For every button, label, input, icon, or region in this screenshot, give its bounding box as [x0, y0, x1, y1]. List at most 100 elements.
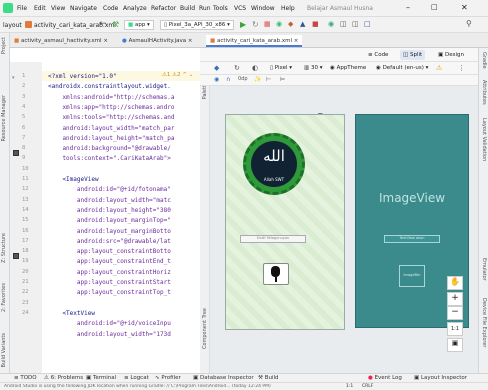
- menu-file[interactable]: File: [17, 5, 27, 12]
- close-button[interactable]: ✕: [461, 3, 468, 12]
- menu-analyze[interactable]: Analyze: [123, 5, 147, 12]
- line-separator[interactable]: CRLF: [362, 384, 373, 389]
- project-title: Belajar Asmaul Husna: [307, 5, 373, 12]
- profiler-tool-tab[interactable]: ∿ Profiler: [155, 375, 181, 381]
- apply-changes-icon[interactable]: ▦: [264, 20, 271, 28]
- pan-icon[interactable]: ✋: [447, 276, 463, 290]
- orientation-icon[interactable]: ↻: [234, 64, 240, 72]
- logcat-tool-tab[interactable]: ≡ Logcat: [124, 375, 149, 381]
- favorites-tool-tab[interactable]: 2: Favorites: [1, 283, 7, 312]
- line-number: 5: [22, 114, 26, 121]
- view-mode-code[interactable]: ≡ Code: [368, 52, 388, 58]
- avd-manager-icon[interactable]: ◫: [340, 20, 347, 28]
- layout-inspector-icon[interactable]: □: [364, 20, 371, 28]
- line-number: 4: [22, 103, 26, 110]
- profile-icon[interactable]: ◆: [288, 20, 293, 28]
- line-number: 14: [22, 206, 29, 213]
- event-log-tool-tab[interactable]: ● Event Log: [368, 375, 402, 381]
- layout-inspector-tool-tab[interactable]: ▣ Layout Inspector: [414, 375, 467, 381]
- caret-position[interactable]: 1:1: [346, 384, 353, 389]
- zoom-in-button[interactable]: +: [447, 292, 463, 306]
- menu-help[interactable]: Help: [281, 5, 295, 12]
- run-icon[interactable]: ▶: [240, 20, 246, 29]
- menu-code[interactable]: Code: [103, 5, 118, 12]
- status-bar: ≡ TODO ⚠ 6: Problems ▣ Terminal ≡ Logcat…: [0, 373, 488, 390]
- line-number: 22: [22, 289, 29, 296]
- attributes-collapse-icon[interactable]: ⋮: [458, 64, 465, 72]
- zoom-reset-button[interactable]: 1:1: [447, 322, 463, 336]
- rerun-icon[interactable]: ↻: [252, 20, 259, 29]
- api-level-label: 30: [310, 65, 318, 71]
- maximize-button[interactable]: □: [431, 3, 438, 11]
- device-file-explorer-tool-tab[interactable]: Device File Explorer: [481, 298, 487, 347]
- sync-gradle-icon[interactable]: ◉: [328, 20, 334, 28]
- minimize-button[interactable]: –: [406, 3, 410, 12]
- database-inspector-tool-tab[interactable]: ▣ Database Inspector: [193, 375, 254, 381]
- view-mode-split[interactable]: ◫ Split: [400, 50, 426, 60]
- layout-validation-tool-tab[interactable]: Layout Validation: [481, 118, 487, 161]
- zoom-out-button[interactable]: −: [447, 306, 463, 320]
- component-tree-tool-tab[interactable]: Component Tree: [202, 308, 208, 349]
- device-select[interactable]: ▯ Pixel_3a_API_30_x86 ▾: [160, 20, 234, 30]
- design-preview[interactable]: الله Allah SWT Endif Yafagunuyan: [225, 114, 345, 330]
- locale-select[interactable]: ◉ Default (en-us) ▾: [376, 65, 428, 71]
- resource-manager-tool-tab[interactable]: Resource Manager: [1, 95, 7, 141]
- view-mode-code-label: Code: [374, 52, 389, 58]
- night-mode-icon[interactable]: ◐: [252, 64, 258, 72]
- design-surface-icon[interactable]: ◆: [214, 64, 219, 72]
- tab-activity-asmaul-hactivity[interactable]: ■ activity_asmaul_hactivity.xml ×: [10, 35, 112, 47]
- sdk-manager-icon[interactable]: ◫: [352, 20, 359, 28]
- theme-select[interactable]: ◉ AppTheme: [330, 65, 366, 71]
- menu-run[interactable]: Run: [199, 5, 211, 12]
- terminal-tool-tab[interactable]: ▣ Terminal: [86, 375, 116, 381]
- code-editor[interactable]: ⚠1 ⚠2 ^ ⌄ <?xml version="1.0" <androidx.…: [42, 62, 200, 373]
- menu-window[interactable]: Window: [251, 5, 275, 12]
- tab-activity-cari-kata-arab[interactable]: ■ activity_cari_kata_arab.xml ×: [206, 35, 303, 47]
- hammer-icon[interactable]: ⚒: [112, 20, 119, 29]
- menu-tools[interactable]: Tools: [213, 5, 228, 12]
- menu-view[interactable]: View: [51, 5, 65, 12]
- attributes-tool-tab[interactable]: Attributes: [481, 80, 487, 105]
- gradle-tool-tab[interactable]: Gradle: [481, 52, 487, 69]
- menu-build[interactable]: Build: [180, 5, 195, 12]
- debug-icon[interactable]: ◉: [276, 20, 282, 28]
- search-icon[interactable]: ⚲: [466, 19, 472, 28]
- search-text-hint: Endif Yafagunuyan: [256, 236, 290, 240]
- stop-icon[interactable]: ■: [312, 20, 319, 28]
- menu-navigate[interactable]: Navigate: [70, 5, 97, 12]
- guidelines-icon[interactable]: ⊨: [280, 76, 285, 83]
- module-select[interactable]: ■ app ▾: [124, 20, 154, 30]
- code-line: app:layout_constraintHoriz: [48, 268, 171, 276]
- breadcrumb-layout[interactable]: layout: [3, 22, 22, 29]
- align-icon[interactable]: ⊢: [266, 76, 271, 83]
- warning-icon[interactable]: ⚠: [436, 64, 442, 72]
- menu-vcs[interactable]: VCS: [234, 5, 246, 12]
- build-tool-tab[interactable]: ⚒ Build: [258, 375, 279, 381]
- attach-debugger-icon[interactable]: ▲: [300, 20, 305, 28]
- fit-screen-button[interactable]: ▣: [447, 338, 463, 352]
- code-line: app:layout_constraintEnd_t: [48, 258, 171, 266]
- palette-rail: Palette Component Tree: [200, 62, 210, 373]
- build-variants-tool-tab[interactable]: Build Variants: [1, 333, 7, 367]
- problems-tool-tab[interactable]: ⚠ 6: Problems: [44, 375, 83, 381]
- back-arrow-icon[interactable]: ←: [99, 19, 107, 29]
- menu-edit[interactable]: Edit: [34, 5, 46, 12]
- default-margins-select[interactable]: 0dp: [238, 76, 248, 82]
- view-options-icon[interactable]: ◉: [214, 76, 219, 83]
- tab-asmaulhactivity-java[interactable]: ● AsmaulHActivity.java ×: [118, 35, 196, 47]
- device-preview-select[interactable]: ▯ Pixel ▾: [270, 65, 292, 71]
- menu-refactor[interactable]: Refactor: [151, 5, 176, 12]
- clear-constraints-icon[interactable]: ✨: [254, 76, 261, 83]
- view-mode-design[interactable]: ▣ Design: [438, 52, 464, 58]
- allah-caption: Allah SWT: [263, 177, 285, 182]
- todo-tool-tab[interactable]: ≡ TODO: [14, 375, 37, 381]
- code-fold-icon[interactable]: ▾: [12, 75, 15, 81]
- editor-tabs: ■ activity_asmaul_hactivity.xml × ● Asma…: [10, 33, 488, 48]
- project-tool-tab[interactable]: Project: [1, 37, 7, 54]
- autoconnect-icon[interactable]: ∩: [226, 76, 230, 83]
- api-level-select[interactable]: ▥ 30 ▾: [304, 65, 322, 71]
- lint-warning-indicator[interactable]: ⚠1 ⚠2 ^ ⌄: [162, 72, 193, 78]
- structure-tool-tab[interactable]: Z: Structure: [1, 233, 7, 263]
- line-number: 16: [22, 227, 29, 234]
- emulator-tool-tab[interactable]: Emulator: [481, 258, 487, 281]
